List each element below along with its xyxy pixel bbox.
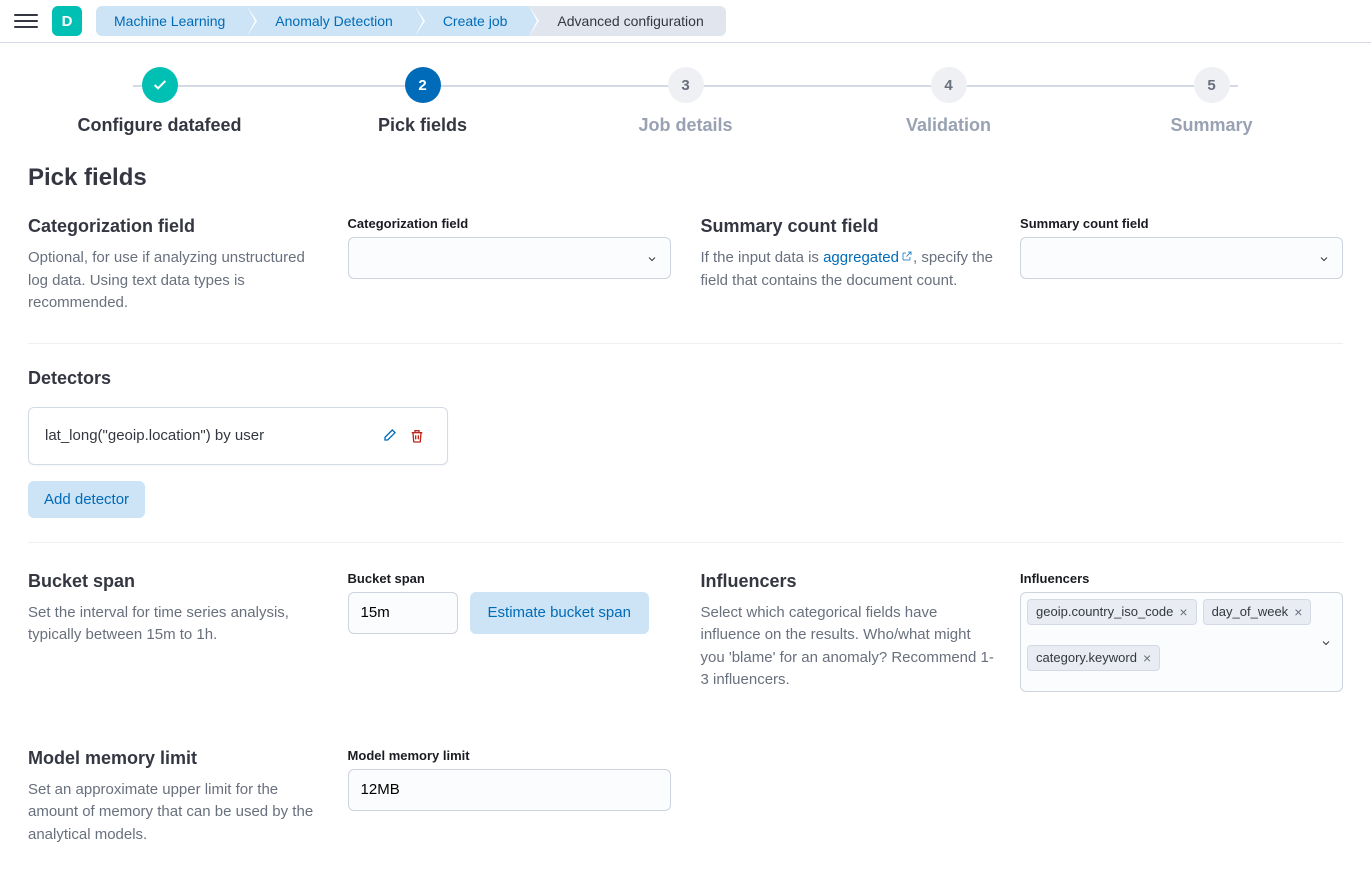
summary-count-desc: If the input data is aggregated, specify… [701,247,997,292]
influencers-title: Influencers [701,571,997,592]
influencer-tag: category.keyword × [1027,645,1160,671]
breadcrumb-anomaly[interactable]: Anomaly Detection [247,6,415,36]
detectors-title: Detectors [28,368,1343,389]
breadcrumbs: Machine Learning Anomaly Detection Creat… [96,6,726,36]
mml-title: Model memory limit [28,748,324,769]
influencers-desc: Select which categorical fields have inf… [701,602,997,692]
tag-label: day_of_week [1212,604,1289,619]
chevron-down-icon [646,252,658,264]
step-job-details[interactable]: 3 Job details [554,67,817,136]
mml-desc: Set an approximate upper limit for the a… [28,779,324,847]
tag-label: geoip.country_iso_code [1036,604,1173,619]
tag-label: category.keyword [1036,650,1137,665]
influencers-combobox[interactable]: geoip.country_iso_code × day_of_week × c… [1020,592,1343,692]
summary-count-select[interactable] [1020,237,1343,279]
detector-card: lat_long("geoip.location") by user [28,407,448,465]
step-number: 5 [1194,67,1230,103]
influencer-tag: day_of_week × [1203,599,1312,625]
step-number: 4 [931,67,967,103]
step-summary[interactable]: 5 Summary [1080,67,1343,136]
mml-field-label: Model memory limit [348,748,671,763]
categorization-title: Categorization field [28,216,324,237]
aggregated-link[interactable]: aggregated [823,249,913,266]
bucket-span-input[interactable] [348,592,458,634]
influencers-section: Influencers Select which categorical fie… [701,571,1344,692]
estimate-bucket-span-button[interactable]: Estimate bucket span [470,592,649,634]
delete-detector-button[interactable] [403,422,431,450]
bucket-span-section: Bucket span Set the interval for time se… [28,571,671,692]
edit-detector-button[interactable] [375,422,403,450]
add-detector-button[interactable]: Add detector [28,481,145,518]
detectors-section: Detectors lat_long("geoip.location") by … [28,344,1343,542]
categorization-section: Categorization field Optional, for use i… [28,216,671,315]
summary-count-title: Summary count field [701,216,997,237]
breadcrumb-advanced: Advanced configuration [529,6,725,36]
external-link-icon [901,247,913,270]
step-label: Summary [1080,115,1343,136]
step-label: Validation [817,115,1080,136]
breadcrumb-ml[interactable]: Machine Learning [96,6,247,36]
step-configure-datafeed[interactable]: Configure datafeed [28,67,291,136]
detector-text: lat_long("geoip.location") by user [45,427,375,444]
influencer-tag: geoip.country_iso_code × [1027,599,1197,625]
summary-count-section: Summary count field If the input data is… [701,216,1344,315]
step-validation[interactable]: 4 Validation [817,67,1080,136]
chevron-down-icon [1320,636,1332,648]
step-pick-fields[interactable]: 2 Pick fields [291,67,554,136]
step-label: Configure datafeed [28,115,291,136]
breadcrumb-create-job[interactable]: Create job [415,6,530,36]
wizard-steps: Configure datafeed 2 Pick fields 3 Job d… [28,67,1343,136]
bucket-span-field-label: Bucket span [348,571,671,586]
bucket-span-title: Bucket span [28,571,324,592]
categorization-field-label: Categorization field [348,216,671,231]
header-bar: D Machine Learning Anomaly Detection Cre… [0,0,1371,43]
app-logo[interactable]: D [52,6,82,36]
mml-input[interactable] [348,769,671,811]
remove-tag-icon[interactable]: × [1143,650,1151,666]
main-content: Configure datafeed 2 Pick fields 3 Job d… [0,43,1371,870]
chevron-down-icon [1318,252,1330,264]
bucket-span-desc: Set the interval for time series analysi… [28,602,324,647]
remove-tag-icon[interactable]: × [1294,604,1302,620]
categorization-desc: Optional, for use if analyzing unstructu… [28,247,324,315]
influencers-field-label: Influencers [1020,571,1343,586]
categorization-select[interactable] [348,237,671,279]
check-icon [142,67,178,103]
step-label: Job details [554,115,817,136]
step-number: 3 [668,67,704,103]
step-label: Pick fields [291,115,554,136]
page-title: Pick fields [28,164,1343,192]
remove-tag-icon[interactable]: × [1179,604,1187,620]
hamburger-menu[interactable] [14,9,38,33]
step-number: 2 [405,67,441,103]
model-memory-limit-section: Model memory limit Set an approximate up… [28,748,671,847]
summary-count-field-label: Summary count field [1020,216,1343,231]
